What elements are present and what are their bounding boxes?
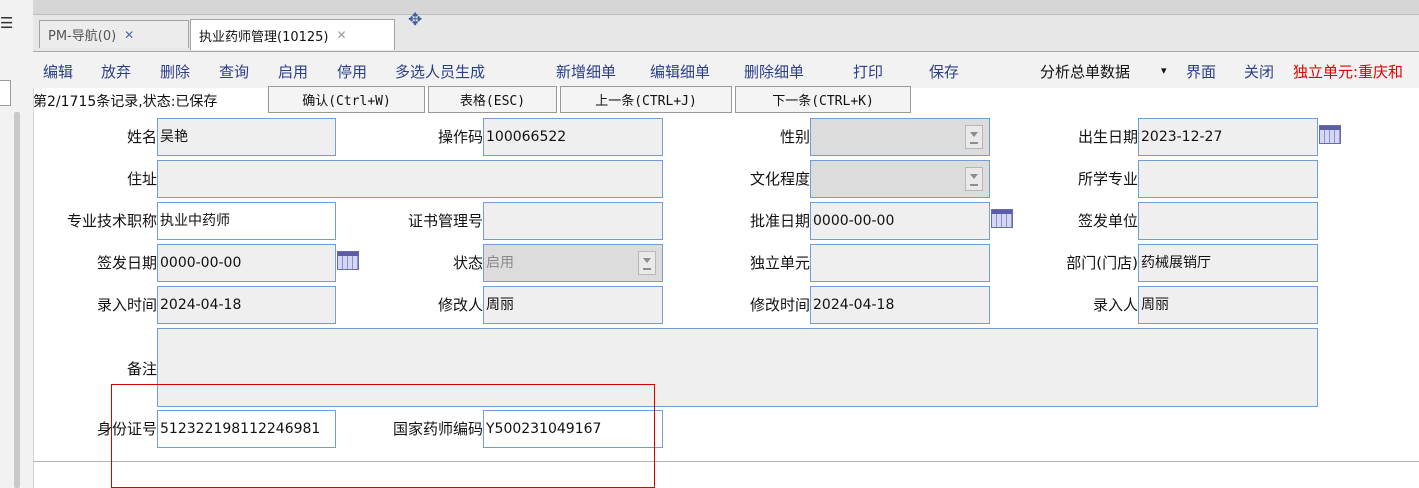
save-button[interactable]: 保存 <box>929 61 959 82</box>
certificate-number-field[interactable] <box>483 202 663 240</box>
tab-pharmacist-management[interactable]: 执业药师管理(10125) ✕ <box>190 19 395 50</box>
certificate-number-label: 证书管理号 <box>407 212 483 230</box>
tab-pm-navigation[interactable]: PM-导航(0) ✕ <box>39 20 189 48</box>
window-top-bar <box>33 0 1419 15</box>
record-status-text: 第2/1715条记录,状态:已保存 <box>33 94 218 110</box>
modifier-field[interactable]: 周丽 <box>483 286 663 324</box>
gender-label: 性别 <box>779 128 810 146</box>
delete-detail-button[interactable]: 删除细单 <box>744 61 804 82</box>
birth-date-label: 出生日期 <box>1077 128 1138 146</box>
menu-icon[interactable]: ☰ <box>0 14 13 32</box>
print-button[interactable]: 打印 <box>853 61 883 82</box>
highlight-annotation-box <box>111 384 655 488</box>
delete-button[interactable]: 删除 <box>160 61 190 82</box>
major-field[interactable] <box>1138 160 1318 198</box>
query-button[interactable]: 查询 <box>219 61 249 82</box>
address-field[interactable] <box>157 160 663 198</box>
modifier-label: 修改人 <box>437 296 483 314</box>
status-label: 状态 <box>452 254 483 272</box>
dropdown-arrow-icon[interactable] <box>638 251 656 275</box>
name-label: 姓名 <box>126 128 157 146</box>
gender-select[interactable] <box>810 118 990 156</box>
dropdown-arrow-icon[interactable] <box>965 167 983 191</box>
issuing-unit-label: 签发单位 <box>1077 212 1138 230</box>
major-label: 所学专业 <box>1077 170 1138 188</box>
tab-label: PM-导航(0) <box>48 29 117 44</box>
confirm-button[interactable]: 确认(Ctrl+W) <box>268 86 425 113</box>
issuing-unit-field[interactable] <box>1138 202 1318 240</box>
operation-code-field[interactable]: 100066522 <box>483 118 663 156</box>
tab-close-icon[interactable]: ✕ <box>124 28 134 42</box>
enable-button[interactable]: 启用 <box>278 61 308 82</box>
table-view-button[interactable]: 表格(ESC) <box>428 86 557 113</box>
tab-label: 执业药师管理(10125) <box>199 29 329 45</box>
independent-unit-field[interactable] <box>810 244 990 282</box>
issue-date-field[interactable]: 0000-00-00 <box>157 244 336 282</box>
birth-date-field[interactable]: 2023-12-27 <box>1138 118 1318 156</box>
education-label: 文化程度 <box>749 170 810 188</box>
disable-button[interactable]: 停用 <box>337 61 367 82</box>
add-detail-button[interactable]: 新增细单 <box>556 61 616 82</box>
analyze-summary-button[interactable]: 分析总单数据 <box>1040 61 1130 82</box>
edit-button[interactable]: 编辑 <box>43 61 73 82</box>
department-field[interactable]: 药械展销厅 <box>1138 244 1318 282</box>
modify-time-label: 修改时间 <box>749 296 810 314</box>
independent-unit-field-label: 独立单元 <box>749 254 810 272</box>
calendar-icon[interactable] <box>1319 125 1341 144</box>
tab-close-icon[interactable]: ✕ <box>337 28 347 42</box>
entry-person-label: 录入人 <box>1092 296 1138 314</box>
entry-time-field[interactable]: 2024-04-18 <box>157 286 336 324</box>
entry-time-label: 录入时间 <box>96 296 157 314</box>
left-panel-input[interactable] <box>0 80 11 106</box>
professional-title-field[interactable]: 执业中药师 <box>157 202 336 240</box>
approval-date-field[interactable]: 0000-00-00 <box>810 202 990 240</box>
chevron-down-icon[interactable]: ▾ <box>1161 64 1167 77</box>
issue-date-label: 签发日期 <box>96 254 157 272</box>
close-button[interactable]: 关闭 <box>1244 61 1274 82</box>
add-tab-icon[interactable]: ✥ <box>408 10 422 30</box>
status-select[interactable]: 启用 <box>483 244 663 282</box>
independent-unit-label: 独立单元:重庆和 <box>1293 63 1404 81</box>
next-record-button[interactable]: 下一条(CTRL+K) <box>735 86 911 113</box>
approval-date-label: 批准日期 <box>749 212 810 230</box>
previous-record-button[interactable]: 上一条(CTRL+J) <box>560 86 732 113</box>
dropdown-arrow-icon[interactable] <box>965 125 983 149</box>
name-field[interactable]: 吴艳 <box>157 118 336 156</box>
left-scrollbar[interactable] <box>14 112 20 488</box>
edit-detail-button[interactable]: 编辑细单 <box>650 61 710 82</box>
education-select[interactable] <box>810 160 990 198</box>
operation-code-label: 操作码 <box>437 128 483 146</box>
address-label: 住址 <box>126 170 157 188</box>
ui-button[interactable]: 界面 <box>1186 61 1216 82</box>
modify-time-field[interactable]: 2024-04-18 <box>810 286 990 324</box>
discard-button[interactable]: 放弃 <box>101 61 131 82</box>
department-label: 部门(门店) <box>1066 254 1138 272</box>
entry-person-field[interactable]: 周丽 <box>1138 286 1318 324</box>
tab-strip: PM-导航(0) ✕ 执业药师管理(10125) ✕ <box>33 15 1419 52</box>
status-value: 启用 <box>486 255 514 271</box>
multi-select-generate-button[interactable]: 多选人员生成 <box>395 61 485 82</box>
remark-label: 备注 <box>126 360 157 378</box>
professional-title-label: 专业技术职称 <box>66 212 157 230</box>
